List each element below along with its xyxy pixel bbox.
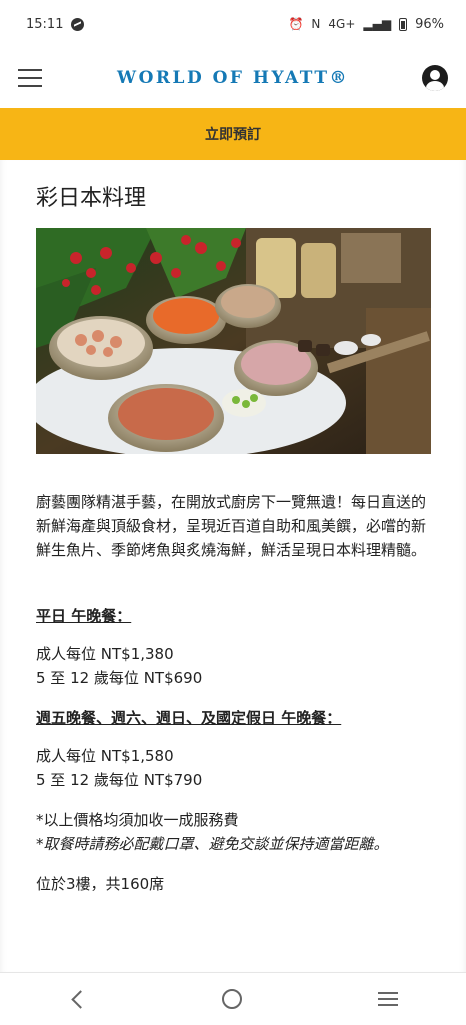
battery-percent: 96% — [415, 16, 444, 32]
app-header: WORLD OF HYATT® — [0, 48, 466, 108]
weekday-child-price: 5 至 12 歲每位 NT$690 — [36, 669, 203, 687]
description-text: 廚藝團隊精湛手藝，在開放式廚房下一覽無遺！每日直送的新鮮海產與頂級食材，呈現近百… — [36, 493, 427, 559]
weekend-prices: 成人每位 NT$1,580 5 至 12 歲每位 NT$790 — [36, 744, 432, 792]
weekend-child-price: 5 至 12 歲每位 NT$790 — [36, 771, 203, 789]
buffet-photo — [36, 228, 431, 454]
status-right: ⏰ N 4G+ ▂▄▆ 96% — [288, 17, 444, 32]
weekday-heading: 平日 午晚餐： — [36, 607, 132, 625]
mask-note: *取餐時請務必配戴口罩、避免交談並保持適當距離。 — [36, 835, 389, 853]
book-now-label: 立即預訂 — [205, 127, 261, 143]
battery-icon — [399, 17, 408, 31]
hamburger-icon[interactable] — [18, 69, 42, 87]
seating-info: 位於3樓，共160席 — [36, 875, 165, 893]
alarm-icon: ⏰ — [288, 17, 304, 31]
page-title: 彩日本料理 — [36, 186, 147, 211]
recents-icon[interactable] — [378, 992, 399, 1006]
user-avatar-icon[interactable] — [422, 65, 448, 91]
nfc-icon: N — [311, 17, 321, 31]
status-time: 15:11 — [26, 16, 64, 32]
status-bar: 15:11 ⏰ N 4G+ ▂▄▆ 96% — [0, 0, 466, 48]
weekend-heading: 週五晚餐、週六、週日、及國定假日 午晚餐： — [36, 709, 342, 727]
service-charge-note: *以上價格均須加收一成服務費 — [36, 811, 239, 829]
restaurant-content: 彩日本料理 廚藝團隊精湛手藝，在開放式廚房下一覽無遺！每日直送的新鮮海產與頂級食… — [0, 160, 466, 972]
notes: *以上價格均須加收一成服務費 *取餐時請務必配戴口罩、避免交談並保持適當距離。 — [36, 808, 432, 856]
signal-icon: ▂▄▆ — [363, 17, 392, 31]
weekday-adult-price: 成人每位 NT$1,380 — [36, 645, 174, 663]
weekday-prices: 成人每位 NT$1,380 5 至 12 歲每位 NT$690 — [36, 642, 432, 690]
status-left: 15:11 — [26, 16, 85, 32]
network-label: 4G+ — [328, 17, 356, 31]
messenger-icon — [71, 17, 85, 31]
book-now-button[interactable]: 立即預訂 — [0, 108, 466, 160]
back-icon[interactable] — [71, 989, 90, 1009]
system-nav-bar — [0, 972, 466, 1025]
home-icon[interactable] — [222, 989, 243, 1009]
world-of-hyatt-logo: WORLD OF HYATT® — [116, 68, 349, 88]
weekend-adult-price: 成人每位 NT$1,580 — [36, 747, 174, 765]
